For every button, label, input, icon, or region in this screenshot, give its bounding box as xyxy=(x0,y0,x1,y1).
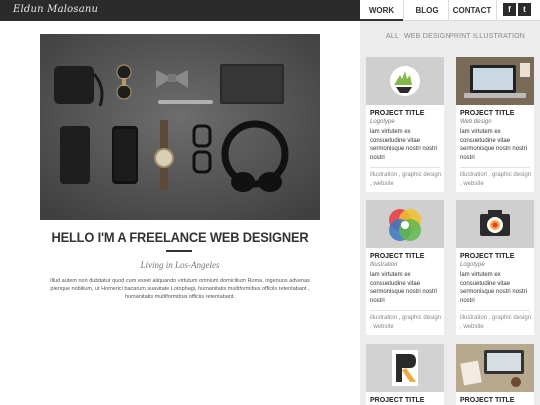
project-title[interactable]: PROJECT TITLE xyxy=(370,253,424,260)
filter-all[interactable]: ALL xyxy=(386,33,399,40)
project-thumbnail[interactable] xyxy=(456,200,534,248)
nav-blog[interactable]: BLOG xyxy=(410,0,444,21)
project-category: Logotype xyxy=(460,262,485,268)
project-thumbnail[interactable] xyxy=(366,344,444,392)
nav-work[interactable]: WORK xyxy=(360,0,403,21)
filter-web-design[interactable]: WEB DESIGN xyxy=(404,33,451,40)
card-divider xyxy=(460,310,530,311)
nav-divider xyxy=(403,0,404,21)
facebook-icon[interactable]: f xyxy=(503,3,516,16)
hero-subheading: Living in Los-Angeles xyxy=(140,260,220,270)
main-nav: WORK BLOG CONTACT f t xyxy=(360,0,540,21)
project-tags[interactable]: illustration , graphic design , website xyxy=(460,171,532,188)
project-category: Logotype xyxy=(370,119,395,125)
color-circles-icon xyxy=(389,209,421,241)
project-title[interactable]: PROJECT TITLE xyxy=(460,253,514,260)
project-tags[interactable]: illustration , graphic design , website xyxy=(370,314,442,331)
filter-print[interactable]: PRINT xyxy=(449,33,471,40)
project-tags[interactable]: illustration , graphic design , website xyxy=(460,314,532,331)
portfolio-filters: ALL WEB DESIGN PRINT ILLUSTRATION xyxy=(360,33,540,43)
hero-headline: HELLO I'M A FREELANCE WEB DESIGNER xyxy=(51,229,309,245)
project-thumbnail[interactable] xyxy=(456,344,534,392)
desk-photo-icon xyxy=(456,344,534,392)
project-description: lam virtutem ex consuetudine vitae sermo… xyxy=(460,272,528,304)
camera-logo-icon xyxy=(480,210,510,236)
hero-image xyxy=(40,34,320,220)
project-card[interactable]: PROJECT TITLE xyxy=(366,344,444,405)
twitter-icon[interactable]: t xyxy=(518,3,531,16)
project-card[interactable]: PROJECT TITLE Logotype lam virtutem ex c… xyxy=(456,200,534,335)
project-thumbnail[interactable] xyxy=(366,200,444,248)
letter-r-logo-icon xyxy=(392,350,418,386)
hero-intro-text: Illud autem non dubitatur quod cum esset… xyxy=(50,278,310,300)
nav-divider xyxy=(496,0,497,21)
project-description: lam virtutem ex consuetudine vitae sermo… xyxy=(370,129,438,161)
card-divider xyxy=(370,310,440,311)
project-thumbnail[interactable] xyxy=(366,57,444,105)
nav-divider xyxy=(448,0,449,21)
project-description: lam virtutem ex consuetudine vitae sermo… xyxy=(460,129,528,161)
project-card[interactable]: PROJECT TITLE Illustration lam virtutem … xyxy=(366,200,444,335)
nav-contact[interactable]: CONTACT xyxy=(452,0,492,21)
filter-illustration[interactable]: ILLUSTRATION xyxy=(473,33,525,40)
site-logo[interactable]: Eldun Malosanu xyxy=(13,4,98,15)
card-divider xyxy=(460,167,530,168)
project-title[interactable]: PROJECT TITLE xyxy=(460,397,514,404)
project-card[interactable]: PROJECT TITLE Logotype lam virtutem ex c… xyxy=(366,57,444,192)
project-tags[interactable]: illustration , graphic design , website xyxy=(370,171,442,188)
project-thumbnail[interactable] xyxy=(456,57,534,105)
project-category: Web design xyxy=(460,119,492,125)
card-divider xyxy=(370,167,440,168)
project-title[interactable]: PROJECT TITLE xyxy=(370,110,424,117)
project-description: lam virtutem ex consuetudine vitae sermo… xyxy=(370,272,438,304)
flat-lay-illustration xyxy=(40,34,320,220)
project-title[interactable]: PROJECT TITLE xyxy=(370,397,424,404)
project-card[interactable]: PROJECT TITLE Web design lam virtutem ex… xyxy=(456,57,534,192)
headline-divider xyxy=(166,250,192,252)
project-title[interactable]: PROJECT TITLE xyxy=(460,110,514,117)
project-card[interactable]: PROJECT TITLE xyxy=(456,344,534,405)
hand-logo-icon xyxy=(390,66,420,96)
laptop-photo-icon xyxy=(456,57,534,105)
project-category: Illustration xyxy=(370,262,398,268)
brand-bar: Eldun Malosanu xyxy=(0,0,360,21)
